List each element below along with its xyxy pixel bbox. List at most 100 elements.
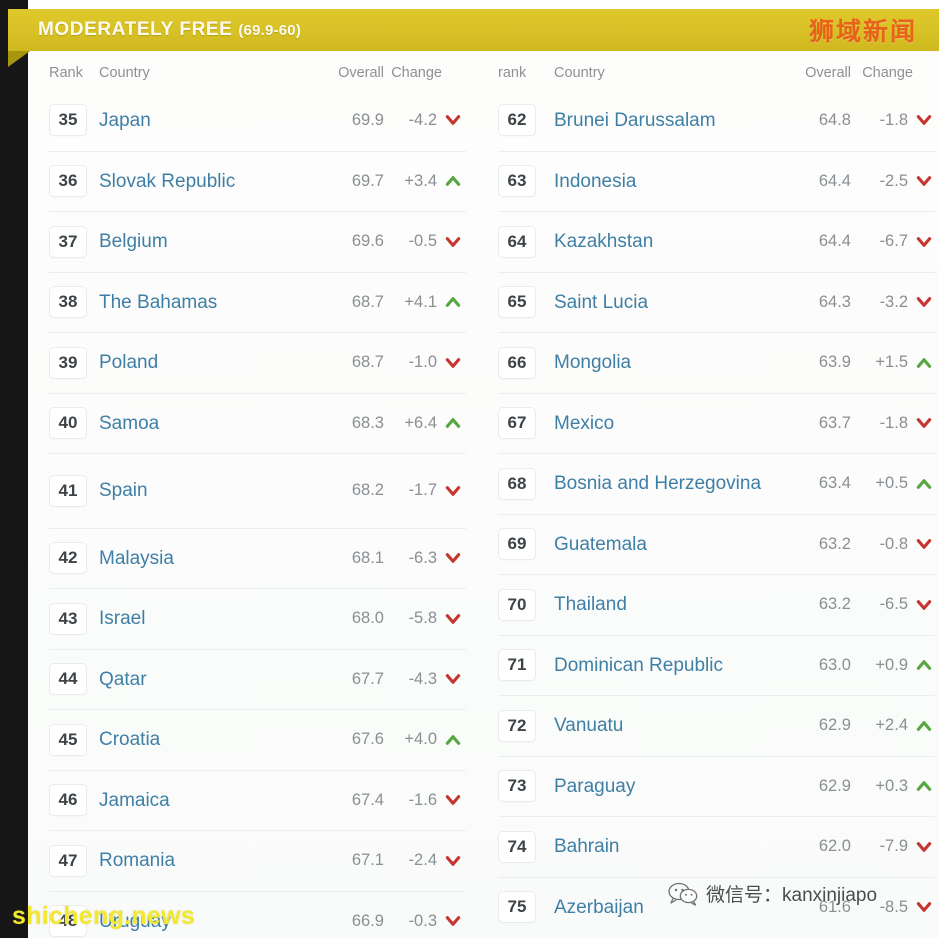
table-row[interactable]: 44 Qatar 67.7 -4.3 bbox=[49, 648, 466, 710]
header-country: Country bbox=[554, 65, 605, 81]
chevron-down-icon bbox=[916, 176, 932, 187]
country-name[interactable]: Romania bbox=[99, 850, 308, 871]
table-row[interactable]: 46 Jamaica 67.4 -1.6 bbox=[49, 769, 466, 831]
table-row[interactable]: 71 Dominican Republic 63.0 +0.9 bbox=[498, 634, 935, 696]
change-number: -0.8 bbox=[879, 534, 908, 553]
change-number: -7.9 bbox=[879, 837, 908, 856]
chevron-down-icon bbox=[445, 613, 461, 624]
overall-score: 64.4 bbox=[818, 171, 851, 190]
overall-score: 62.9 bbox=[818, 716, 851, 735]
country-name[interactable]: Malaysia bbox=[99, 548, 308, 569]
rank-cell: 69 bbox=[498, 528, 554, 561]
change-number: +0.9 bbox=[875, 655, 908, 674]
table-row[interactable]: 36 Slovak Republic 69.7 +3.4 bbox=[49, 150, 466, 212]
country-name[interactable]: Saint Lucia bbox=[554, 292, 773, 313]
country-name[interactable]: Slovak Republic bbox=[99, 171, 308, 192]
change-value: +4.1 bbox=[384, 293, 466, 312]
country-name[interactable]: Bosnia and Herzegovina bbox=[554, 473, 773, 494]
header-overall: Overall bbox=[805, 65, 851, 81]
top-white-gap bbox=[28, 0, 939, 9]
country-name[interactable]: The Bahamas bbox=[99, 292, 308, 313]
table-row[interactable]: 70 Thailand 63.2 -6.5 bbox=[498, 574, 935, 635]
table-row[interactable]: 38 The Bahamas 68.7 +4.1 bbox=[49, 271, 466, 333]
table-row[interactable]: 45 Croatia 67.6 +4.0 bbox=[49, 709, 466, 770]
table-row[interactable]: 47 Romania 67.1 -2.4 bbox=[49, 830, 466, 891]
change-number: -5.8 bbox=[408, 609, 437, 628]
chevron-up-icon bbox=[445, 734, 461, 745]
rank-badge: 38 bbox=[49, 286, 87, 319]
country-name[interactable]: Belgium bbox=[99, 231, 308, 252]
table-row[interactable]: 39 Poland 68.7 -1.0 bbox=[49, 332, 466, 393]
rank-cell: 64 bbox=[498, 225, 554, 258]
table-row[interactable]: 48 Uruguay 66.9 -0.3 bbox=[49, 890, 466, 938]
table-row[interactable]: 66 Mongolia 63.9 +1.5 bbox=[498, 332, 935, 393]
country-name[interactable]: Spain bbox=[99, 480, 308, 501]
overall-score: 62.9 bbox=[818, 776, 851, 795]
country-name[interactable]: Uruguay bbox=[99, 911, 308, 932]
country-name[interactable]: Poland bbox=[99, 352, 308, 373]
table-row[interactable]: 65 Saint Lucia 64.3 -3.2 bbox=[498, 271, 935, 333]
chevron-up-icon bbox=[445, 418, 461, 429]
ribbon: MODERATELY FREE (69.9-60) 狮域新闻 bbox=[8, 9, 939, 51]
ranking-table-right: rank Country Overall Change 62 Brunei Dar… bbox=[474, 56, 939, 938]
country-name[interactable]: Japan bbox=[99, 110, 308, 131]
country-name[interactable]: Samoa bbox=[99, 413, 308, 434]
table-row[interactable]: 74 Bahrain 62.0 -7.9 bbox=[498, 816, 935, 877]
change-number: -6.7 bbox=[879, 232, 908, 251]
rank-cell: 39 bbox=[49, 346, 99, 379]
country-name[interactable]: Thailand bbox=[554, 594, 773, 615]
country-name[interactable]: Qatar bbox=[99, 669, 308, 690]
table-row[interactable]: 62 Brunei Darussalam 64.8 -1.8 bbox=[498, 90, 935, 151]
table-row[interactable]: 35 Japan 69.9 -4.2 bbox=[49, 90, 466, 151]
table-row[interactable]: 41 Spain 68.2 -1.7 bbox=[49, 453, 466, 528]
banner-title-text: MODERATELY FREE bbox=[38, 19, 233, 40]
rank-badge: 39 bbox=[49, 346, 87, 379]
rank-badge: 48 bbox=[49, 905, 87, 938]
table-row[interactable]: 42 Malaysia 68.1 -6.3 bbox=[49, 527, 466, 589]
country-name[interactable]: Paraguay bbox=[554, 776, 773, 797]
overall-score: 63.2 bbox=[818, 534, 851, 553]
rank-cell: 62 bbox=[498, 104, 554, 137]
country-name[interactable]: Vanuatu bbox=[554, 715, 773, 736]
change-value: -1.8 bbox=[851, 414, 935, 433]
change-value: +6.4 bbox=[384, 414, 466, 433]
table-row[interactable]: 75 Azerbaijan 61.6 -8.5 bbox=[498, 876, 935, 938]
country-name[interactable]: Jamaica bbox=[99, 790, 308, 811]
table-row[interactable]: 67 Mexico 63.7 -1.8 bbox=[498, 392, 935, 454]
country-name[interactable]: Mexico bbox=[554, 413, 773, 434]
country-name[interactable]: Brunei Darussalam bbox=[554, 110, 773, 131]
country-name[interactable]: Croatia bbox=[99, 729, 308, 750]
rank-cell: 65 bbox=[498, 286, 554, 319]
rank-badge: 64 bbox=[498, 225, 536, 258]
chevron-down-icon bbox=[916, 902, 932, 913]
chevron-down-icon bbox=[445, 357, 461, 368]
change-value: -5.8 bbox=[384, 609, 466, 628]
table-body-left: 35 Japan 69.9 -4.2 36 Slovak Republic 69.7 +3.4… bbox=[49, 90, 466, 938]
rank-cell: 36 bbox=[49, 165, 99, 198]
table-row[interactable]: 73 Paraguay 62.9 +0.3 bbox=[498, 755, 935, 817]
country-name[interactable]: Indonesia bbox=[554, 171, 773, 192]
table-row[interactable]: 43 Israel 68.0 -5.8 bbox=[49, 588, 466, 649]
table-row[interactable]: 63 Indonesia 64.4 -2.5 bbox=[498, 150, 935, 212]
country-name[interactable]: Mongolia bbox=[554, 352, 773, 373]
chevron-down-icon bbox=[916, 115, 932, 126]
country-name[interactable]: Kazakhstan bbox=[554, 231, 773, 252]
country-name[interactable]: Dominican Republic bbox=[554, 655, 773, 676]
country-name[interactable]: Azerbaijan bbox=[554, 897, 773, 918]
overall-score: 68.7 bbox=[351, 353, 384, 372]
change-value: +0.9 bbox=[851, 656, 935, 675]
rank-cell: 42 bbox=[49, 542, 99, 575]
country-name[interactable]: Israel bbox=[99, 608, 308, 629]
rank-badge: 65 bbox=[498, 286, 536, 319]
country-name[interactable]: Guatemala bbox=[554, 534, 773, 555]
table-row[interactable]: 40 Samoa 68.3 +6.4 bbox=[49, 392, 466, 454]
country-name[interactable]: Bahrain bbox=[554, 836, 773, 857]
table-row[interactable]: 68 Bosnia and Herzegovina 63.4 +0.5 bbox=[498, 453, 935, 514]
chevron-up-icon bbox=[916, 478, 932, 489]
table-row[interactable]: 69 Guatemala 63.2 -0.8 bbox=[498, 513, 935, 575]
change-value: -7.9 bbox=[851, 837, 935, 856]
table-row[interactable]: 37 Belgium 69.6 -0.5 bbox=[49, 211, 466, 272]
change-value: -8.5 bbox=[851, 898, 935, 917]
table-row[interactable]: 64 Kazakhstan 64.4 -6.7 bbox=[498, 211, 935, 272]
table-row[interactable]: 72 Vanuatu 62.9 +2.4 bbox=[498, 695, 935, 756]
